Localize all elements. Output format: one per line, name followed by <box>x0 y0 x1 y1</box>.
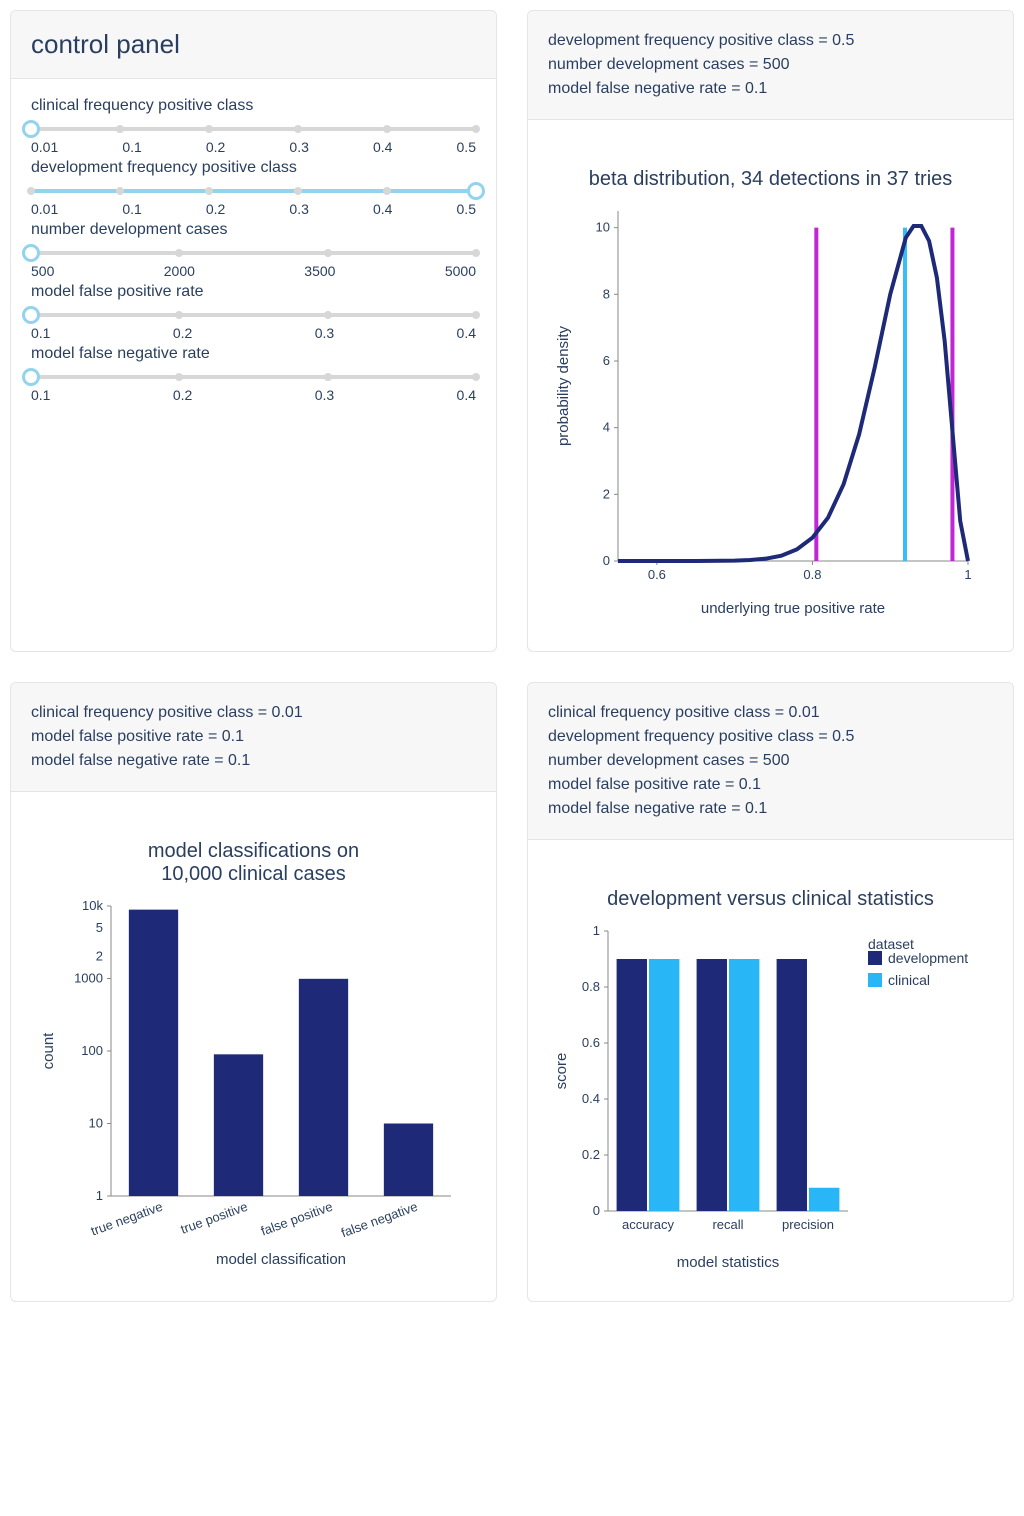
slider-ticks: 0.010.10.20.30.40.5 <box>31 139 476 155</box>
svg-text:4: 4 <box>603 420 610 435</box>
metric-line: model false negative rate = 0.1 <box>548 797 993 821</box>
svg-text:underlying true positive rate: underlying true positive rate <box>701 600 885 617</box>
slider-track[interactable] <box>31 245 476 261</box>
svg-text:false positive: false positive <box>259 1199 335 1239</box>
svg-text:development: development <box>888 950 968 966</box>
svg-text:8: 8 <box>603 286 610 301</box>
svg-text:model classification: model classification <box>216 1251 346 1268</box>
slider-model-false-negative-rate: model false negative rate 0.10.20.30.4 <box>31 345 476 403</box>
slider-ticks: 0.10.20.30.4 <box>31 325 476 341</box>
slider-label: clinical frequency positive class <box>31 97 476 115</box>
svg-text:10: 10 <box>596 220 610 235</box>
metric-line: model false positive rate = 0.1 <box>548 773 993 797</box>
slider-model-false-positive-rate: model false positive rate 0.10.20.30.4 <box>31 283 476 341</box>
svg-text:model statistics: model statistics <box>677 1254 780 1271</box>
svg-text:0.6: 0.6 <box>648 567 666 582</box>
svg-text:1: 1 <box>96 1188 103 1203</box>
slider-handle[interactable] <box>22 306 40 324</box>
svg-text:5: 5 <box>96 920 103 935</box>
svg-text:clinical: clinical <box>888 972 930 988</box>
beta-chart-title: beta distribution, 34 detections in 37 t… <box>548 168 993 191</box>
metric-line: number development cases = 500 <box>548 53 993 77</box>
slider-handle[interactable] <box>22 368 40 386</box>
svg-text:recall: recall <box>712 1217 743 1232</box>
svg-text:1: 1 <box>593 923 600 938</box>
slider-label: number development cases <box>31 221 476 239</box>
stats-card-header: clinical frequency positive class = 0.01… <box>528 683 1013 840</box>
beta-chart-area: 0 2 4 6 8 10 0.6 0.8 1 underlying true positive r… <box>548 201 993 631</box>
svg-text:0.8: 0.8 <box>803 567 821 582</box>
metric-line: number development cases = 500 <box>548 749 993 773</box>
svg-text:0.4: 0.4 <box>582 1091 600 1106</box>
slider-handle[interactable] <box>22 244 40 262</box>
slider-track[interactable] <box>31 307 476 323</box>
slider-label: model false negative rate <box>31 345 476 363</box>
svg-text:0.8: 0.8 <box>582 979 600 994</box>
svg-text:6: 6 <box>603 353 610 368</box>
svg-text:true positive: true positive <box>179 1199 250 1237</box>
svg-text:0.2: 0.2 <box>582 1147 600 1162</box>
stats-card: clinical frequency positive class = 0.01… <box>527 682 1014 1302</box>
slider-track[interactable] <box>31 369 476 385</box>
svg-text:probability density: probability density <box>555 325 572 446</box>
svg-text:1: 1 <box>964 567 971 582</box>
slider-ticks: 500200035005000 <box>31 263 476 279</box>
metric-line: model false positive rate = 0.1 <box>31 725 476 749</box>
svg-text:2: 2 <box>603 486 610 501</box>
slider-label: model false positive rate <box>31 283 476 301</box>
beta-chart-svg: 0 2 4 6 8 10 0.6 0.8 1 underlying true positive r… <box>548 201 988 631</box>
svg-text:2: 2 <box>96 949 103 964</box>
slider-development-frequency-positive-class: development frequency positive class 0.01… <box>31 159 476 217</box>
svg-text:10k: 10k <box>82 898 103 913</box>
classifications-chart-area: 1 10 100 1000 10k 2 5 true negative true positiv… <box>31 896 476 1276</box>
slider-track[interactable] <box>31 121 476 137</box>
classifications-card: clinical frequency positive class = 0.01… <box>10 682 497 1302</box>
slider-ticks: 0.10.20.30.4 <box>31 387 476 403</box>
slider-handle[interactable] <box>467 182 485 200</box>
stats-chart-svg: 0 0.2 0.4 0.6 0.8 1 accuracy recall precision mod… <box>548 921 988 1281</box>
svg-text:count: count <box>40 1032 57 1070</box>
classifications-card-body: model classifications on 10,000 clinical… <box>11 792 496 1296</box>
metric-line: model false negative rate = 0.1 <box>31 749 476 773</box>
classifications-card-header: clinical frequency positive class = 0.01… <box>11 683 496 792</box>
slider-number-development-cases: number development cases 500200035005000 <box>31 221 476 279</box>
classifications-chart-svg: 1 10 100 1000 10k 2 5 true negative true positiv… <box>31 896 471 1276</box>
metric-line: clinical frequency positive class = 0.01 <box>31 701 476 725</box>
beta-card: development frequency positive class = 0… <box>527 10 1014 652</box>
svg-text:0.6: 0.6 <box>582 1035 600 1050</box>
control-panel-header: control panel <box>11 11 496 79</box>
metric-line: development frequency positive class = 0… <box>548 725 993 749</box>
svg-text:false negative: false negative <box>339 1199 420 1241</box>
slider-handle[interactable] <box>22 120 40 138</box>
metric-line: clinical frequency positive class = 0.01 <box>548 701 993 725</box>
stats-card-body: development versus clinical statistics 0… <box>528 840 1013 1301</box>
control-panel-body: clinical frequency positive class 0.010.1… <box>11 79 496 427</box>
stats-chart-area: 0 0.2 0.4 0.6 0.8 1 accuracy recall precision mod… <box>548 921 993 1281</box>
beta-card-header: development frequency positive class = 0… <box>528 11 1013 120</box>
beta-card-body: beta distribution, 34 detections in 37 t… <box>528 120 1013 651</box>
classifications-chart-title: model classifications on 10,000 clinical… <box>31 840 476 886</box>
slider-ticks: 0.010.10.20.30.40.5 <box>31 201 476 217</box>
svg-text:true negative: true negative <box>89 1199 165 1239</box>
svg-text:precision: precision <box>782 1217 834 1232</box>
svg-text:0: 0 <box>603 553 610 568</box>
metric-line: development frequency positive class = 0… <box>548 29 993 53</box>
svg-text:accuracy: accuracy <box>622 1217 675 1232</box>
slider-track[interactable] <box>31 183 476 199</box>
svg-text:10: 10 <box>89 1116 103 1131</box>
control-panel-title: control panel <box>31 29 476 60</box>
svg-text:0: 0 <box>593 1203 600 1218</box>
stats-chart-title: development versus clinical statistics <box>548 888 993 911</box>
metric-line: model false negative rate = 0.1 <box>548 77 993 101</box>
slider-clinical-frequency-positive-class: clinical frequency positive class 0.010.1… <box>31 97 476 155</box>
svg-text:100: 100 <box>81 1043 103 1058</box>
svg-text:score: score <box>553 1053 570 1090</box>
svg-text:1000: 1000 <box>74 971 103 986</box>
control-panel-card: control panel clinical frequency positiv… <box>10 10 497 652</box>
slider-label: development frequency positive class <box>31 159 476 177</box>
